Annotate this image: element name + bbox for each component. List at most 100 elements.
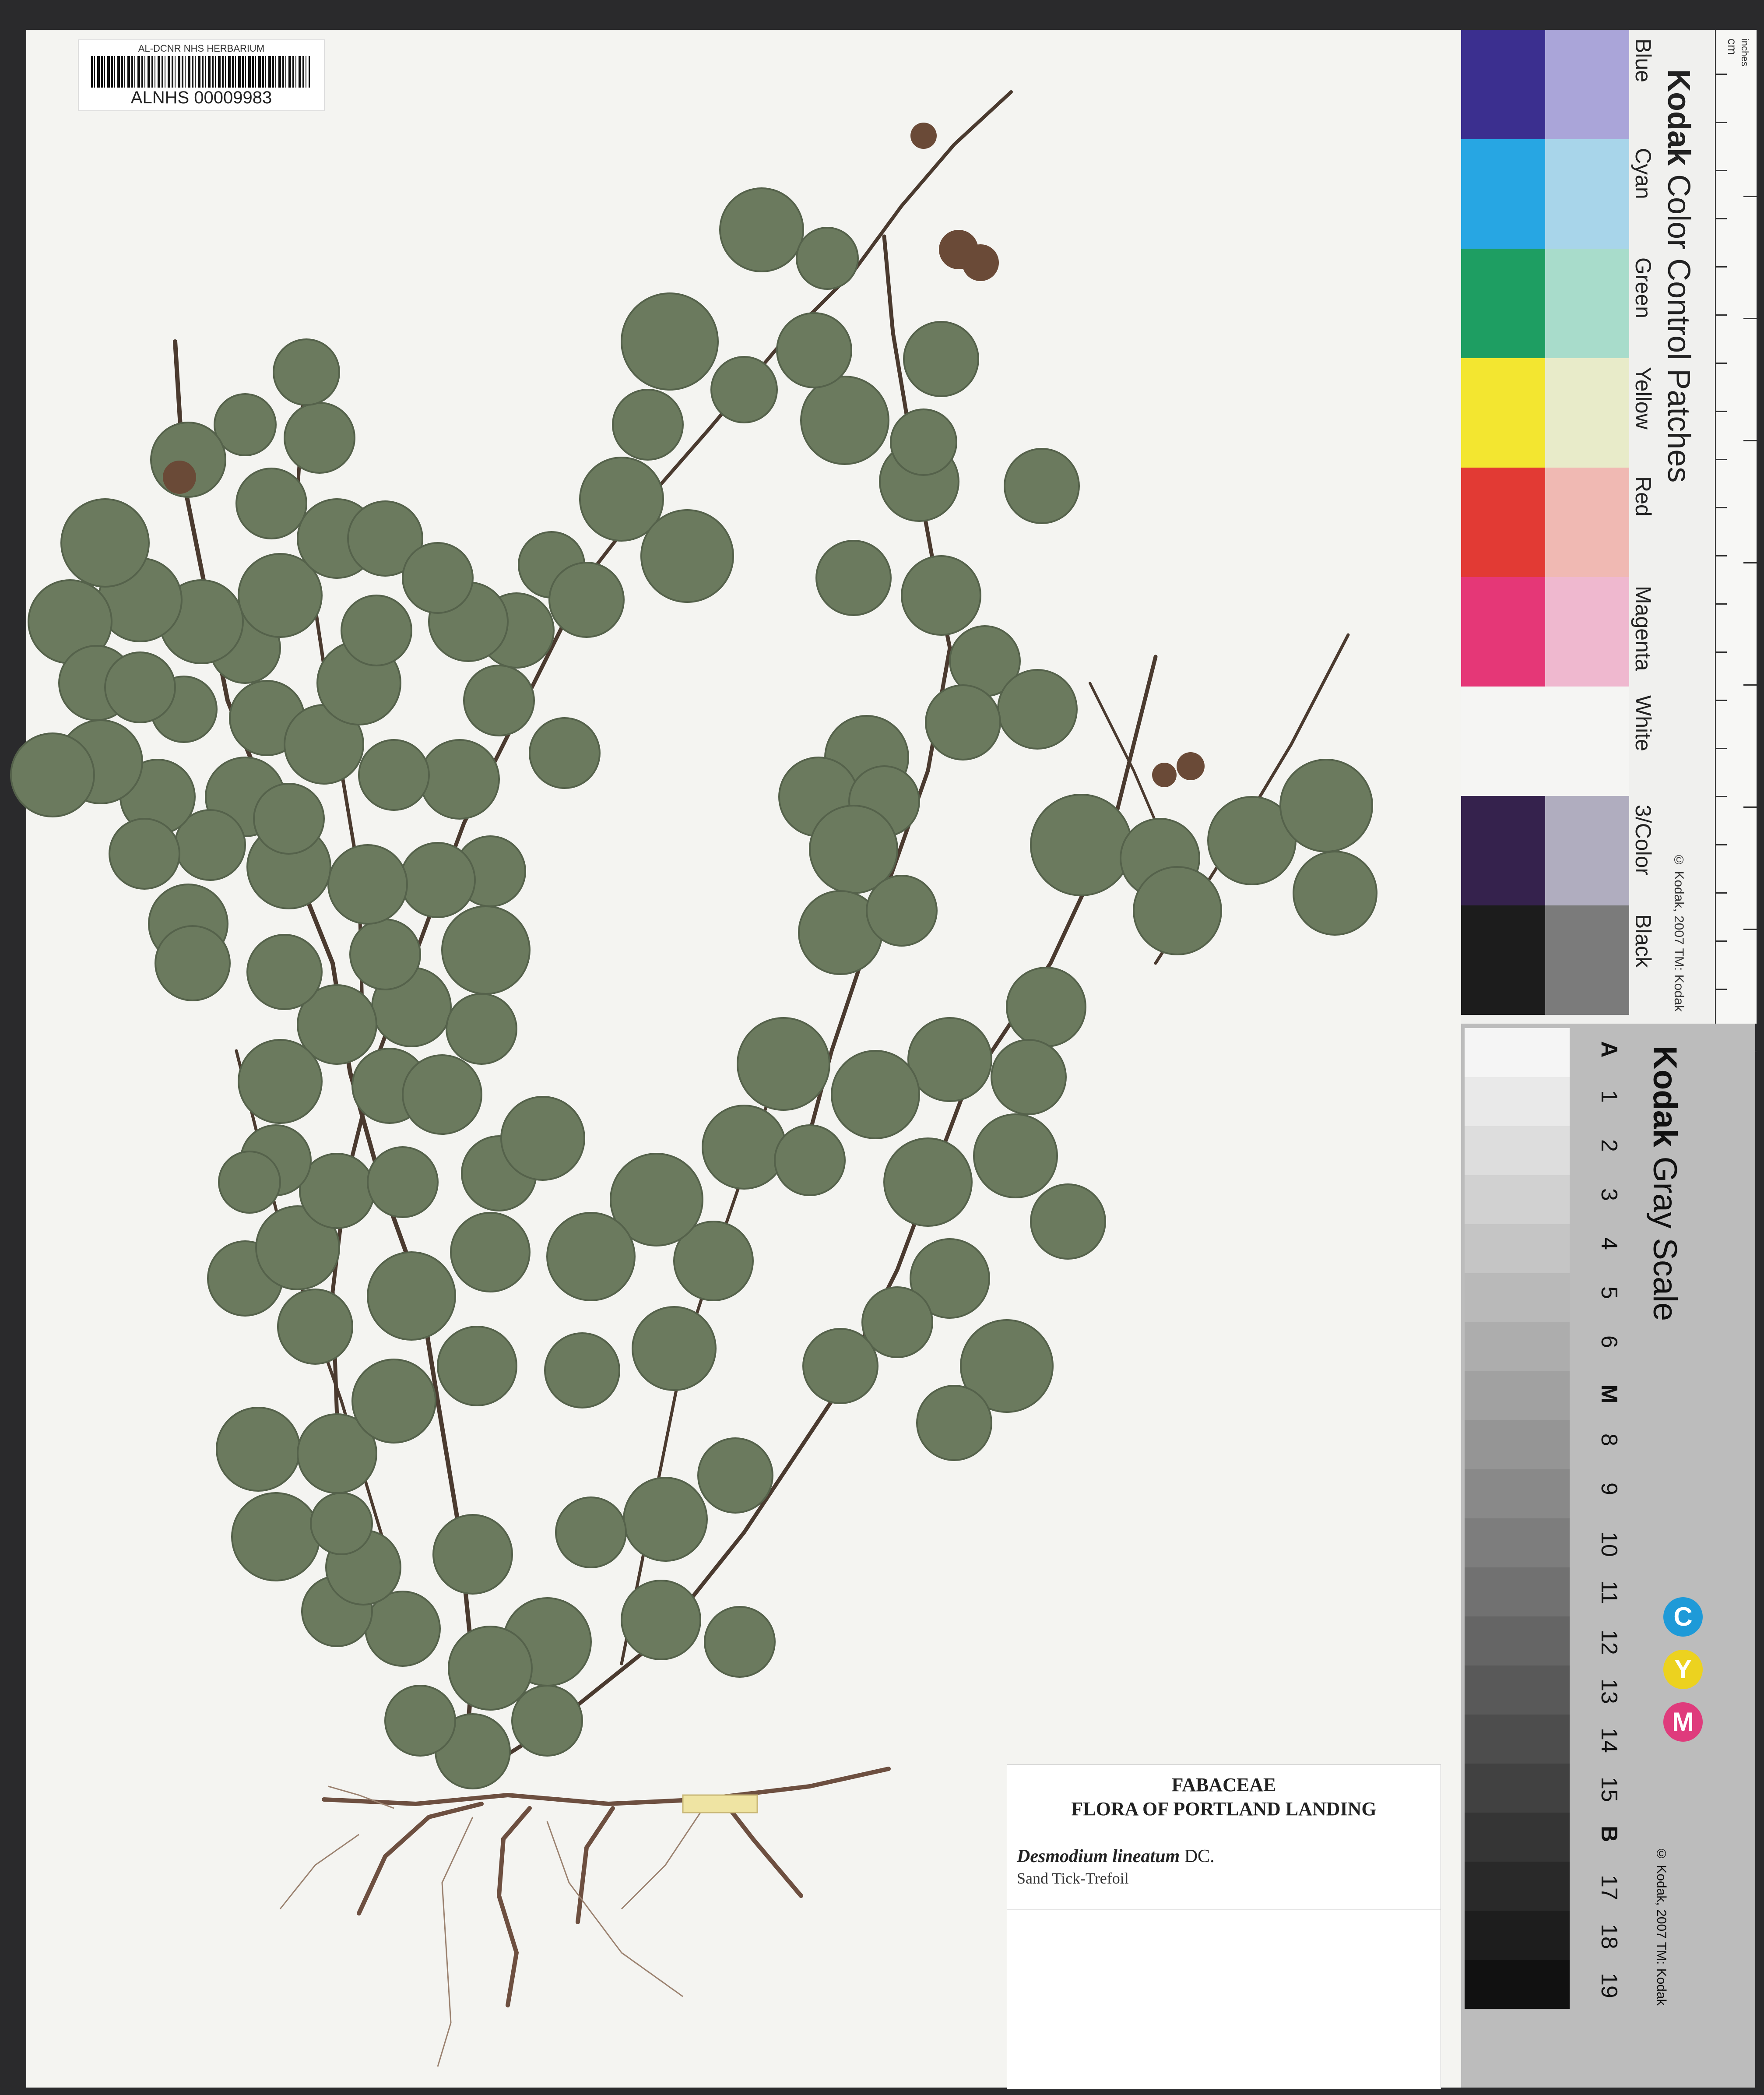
- gray-step-swatch: [1465, 1567, 1570, 1616]
- ruler-cm-tick: [1716, 940, 1727, 942]
- ruler-cm-tick: [1716, 748, 1727, 749]
- gray-step-swatch: [1465, 1371, 1570, 1420]
- cym-marker-m: M: [1663, 1702, 1703, 1742]
- cym-marker-y: Y: [1663, 1650, 1703, 1689]
- ruler-cm-tick: [1716, 700, 1727, 701]
- color-patch-tint-black: [1545, 905, 1629, 1015]
- color-patch-label: Green: [1631, 257, 1655, 318]
- gray-step-swatch: [1465, 1764, 1570, 1813]
- color-patch-label: Blue: [1631, 39, 1655, 83]
- color-patch-tint-3-color: [1545, 796, 1629, 905]
- gray-step-label: 10: [1596, 1532, 1622, 1557]
- family-name: FABACEAE: [1171, 1774, 1276, 1796]
- color-patch-3-color: [1461, 796, 1545, 905]
- color-patch-tint-white: [1545, 687, 1629, 796]
- common-name: Sand Tick-Trefoil: [1017, 1870, 1129, 1887]
- gray-step-swatch: [1465, 1960, 1570, 2009]
- gray-step-swatch: [1465, 1028, 1570, 1077]
- ruler-cm-tick: [1716, 844, 1727, 845]
- ruler-cm-tick: [1716, 892, 1727, 894]
- gray-step-swatch: [1465, 1322, 1570, 1371]
- gray-step-label: 17: [1596, 1875, 1622, 1900]
- color-patch-red: [1461, 468, 1545, 577]
- color-patch-tint-cyan: [1545, 139, 1629, 249]
- ruler-cm-tick: [1716, 122, 1727, 123]
- color-patch-tint-yellow: [1545, 358, 1629, 468]
- color-patch-cyan: [1461, 139, 1545, 249]
- ruler-cm-tick: [1716, 555, 1727, 556]
- gray-step-label: B: [1596, 1826, 1622, 1842]
- ruler-inch-tick: [1743, 929, 1757, 930]
- ruler-inch-tick: [1743, 318, 1757, 319]
- gray-step-label: 1: [1596, 1090, 1622, 1103]
- color-patch-label: White: [1631, 695, 1655, 751]
- gray-card-title: Kodak Gray Scale: [1646, 1046, 1684, 1321]
- ruler-cm-tick: [1716, 989, 1727, 990]
- color-patch-tint-magenta: [1545, 577, 1629, 687]
- scientific-name: Desmodium lineatum DC.: [1017, 1846, 1215, 1867]
- color-patch-tint-blue: [1545, 30, 1629, 139]
- color-card-title: Kodak Color Control Patches: [1661, 69, 1697, 482]
- gray-step-swatch: [1465, 1813, 1570, 1862]
- cym-marker-c: C: [1663, 1597, 1703, 1637]
- gray-card-title-text: Gray Scale: [1646, 1156, 1683, 1321]
- color-patch-label: Red: [1631, 476, 1655, 517]
- ruler-cm-tick: [1716, 170, 1727, 171]
- gray-step-swatch: [1465, 1077, 1570, 1126]
- color-patch-blue: [1461, 30, 1545, 139]
- color-patch-white: [1461, 687, 1545, 796]
- ruler-cm-tick: [1716, 603, 1727, 605]
- color-patch-label: Cyan: [1631, 148, 1655, 199]
- gray-step-label: 12: [1596, 1630, 1622, 1655]
- ruler-inch-tick: [1743, 196, 1757, 197]
- ruler-cm-tick: [1716, 411, 1727, 412]
- ruler-cm-tick: [1716, 74, 1727, 75]
- gray-step-label: A: [1596, 1041, 1622, 1058]
- color-patch-tint-green: [1545, 249, 1629, 358]
- color-patch-label: Magenta: [1631, 586, 1655, 671]
- ruler-cm-tick: [1716, 796, 1727, 797]
- color-patch-label: Yellow: [1631, 367, 1655, 430]
- gray-step-swatch: [1465, 1469, 1570, 1518]
- kodak-color-control-card: Blue Cyan Green Yellow Red Magenta White 3/Colo…: [1461, 30, 1757, 1052]
- gray-step-swatch: [1465, 1862, 1570, 1911]
- gray-step-label: M: [1596, 1384, 1622, 1404]
- color-patch-label: Black: [1631, 914, 1655, 968]
- color-patch-green: [1461, 249, 1545, 358]
- gray-step-label: 19: [1596, 1973, 1622, 1998]
- ruler-inch-tick: [1743, 562, 1757, 563]
- color-card-brand: Kodak: [1661, 69, 1696, 166]
- gray-card-copyright: © Kodak, 2007 TM: Kodak: [1654, 1847, 1669, 2006]
- color-patch-black: [1461, 905, 1545, 1015]
- gray-step-label: 6: [1596, 1335, 1622, 1348]
- ruler-inch-tick: [1743, 806, 1757, 808]
- gray-step-swatch: [1465, 1911, 1570, 1960]
- gray-step-label: 3: [1596, 1188, 1622, 1201]
- ruler-cm-tick: [1716, 507, 1727, 508]
- color-card-copyright: © Kodak, 2007 TM: Kodak: [1672, 853, 1686, 1012]
- ruler-cm-tick: [1716, 266, 1727, 268]
- gray-step-label: 8: [1596, 1433, 1622, 1446]
- gray-step-label: 4: [1596, 1237, 1622, 1250]
- gray-step-label: 15: [1596, 1777, 1622, 1802]
- gray-step-swatch: [1465, 1665, 1570, 1715]
- gray-card-brand: Kodak: [1646, 1046, 1683, 1148]
- ruler-cm-tick: [1716, 314, 1727, 316]
- gray-step-swatch: [1465, 1616, 1570, 1665]
- gray-step-label: 9: [1596, 1482, 1622, 1495]
- color-patch-magenta: [1461, 577, 1545, 687]
- label-divider: [1007, 1909, 1441, 1910]
- ruler-cm-unit: cm: [1725, 39, 1739, 55]
- color-patch-tint-red: [1545, 468, 1629, 577]
- ruler-inch-unit: inches: [1739, 39, 1750, 67]
- ruler-inch-tick: [1743, 440, 1757, 441]
- gray-step-label: 2: [1596, 1139, 1622, 1152]
- gray-step-label: 18: [1596, 1924, 1622, 1949]
- kodak-gray-scale-card: A 1 2 3 4 5 6 M 8 9 10 11 12 13 14 15 B 17 18 19 Kodak Gray…: [1461, 1024, 1755, 2088]
- ruler-inch-tick: [1743, 684, 1757, 686]
- gray-step-swatch: [1465, 1126, 1570, 1175]
- gray-step-swatch: [1465, 1175, 1570, 1224]
- color-card-title-text: Color Control Patches: [1661, 174, 1696, 483]
- ruler-cm-tick: [1716, 363, 1727, 364]
- gray-step-label: 13: [1596, 1679, 1622, 1704]
